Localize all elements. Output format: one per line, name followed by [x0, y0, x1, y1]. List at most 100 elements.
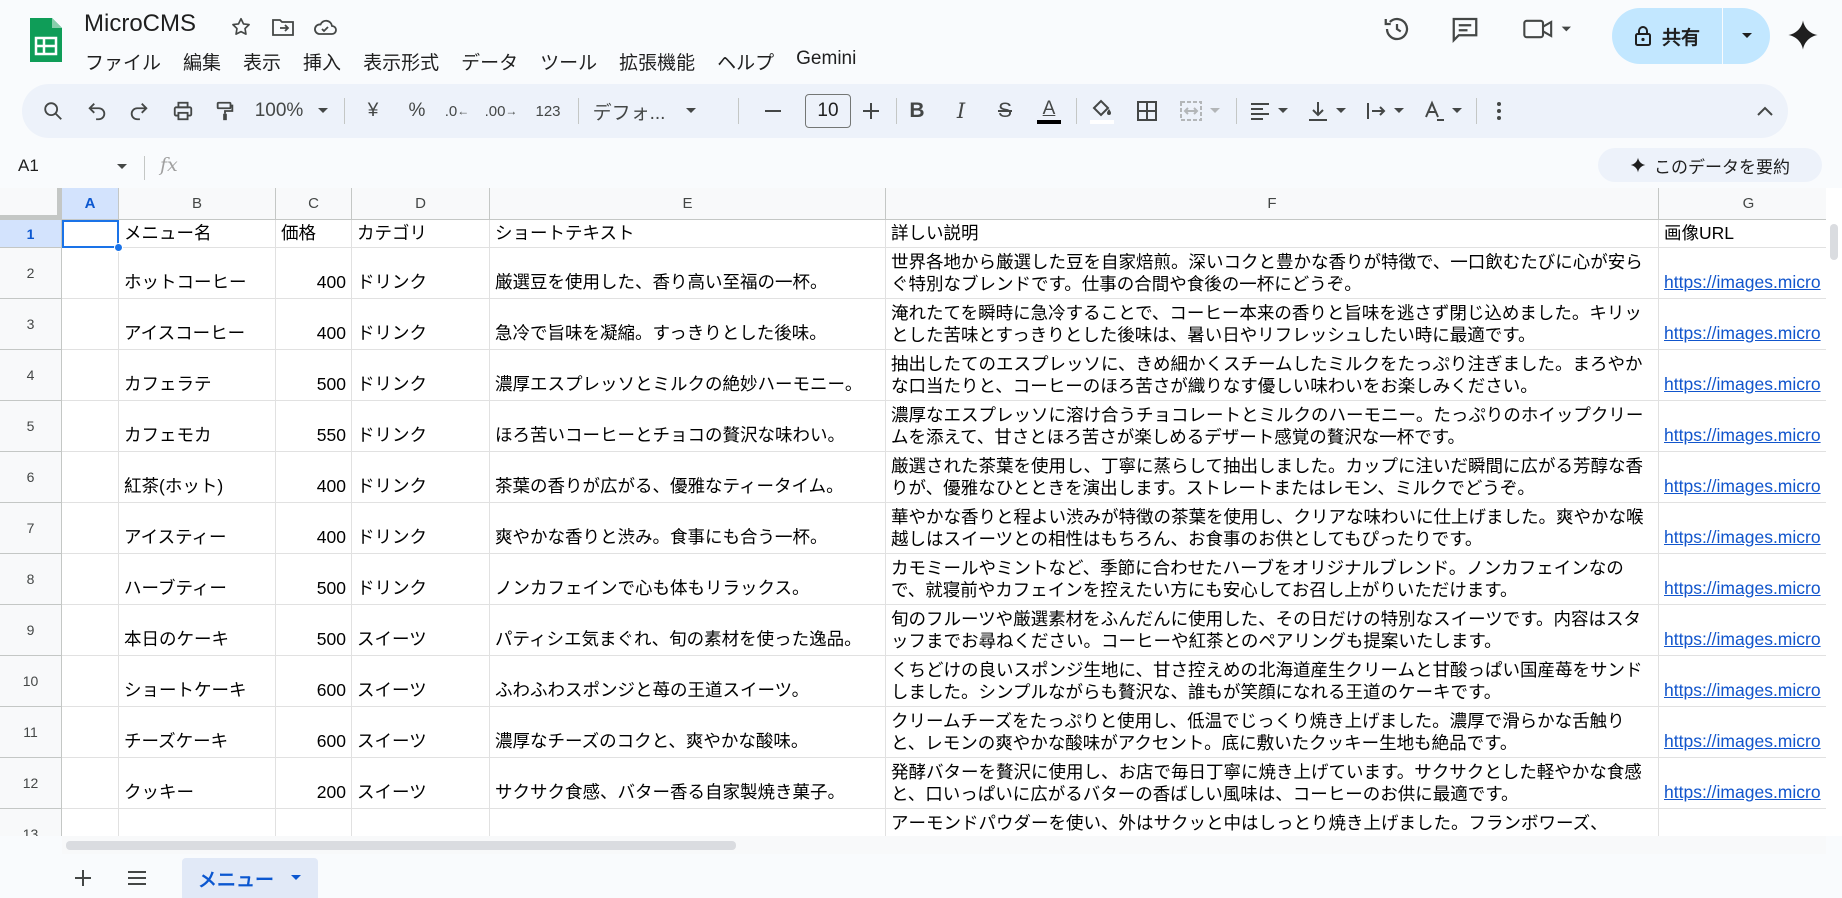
cell-short-text[interactable]: パティシエ気まぐれ、旬の素材を使った逸品。	[490, 605, 886, 656]
cell-detail-text[interactable]: 世界各地から厳選した豆を自家焙煎。深いコクと豊かな香りが特徴で、一口飲むたびに心…	[886, 248, 1659, 299]
zoom-select[interactable]: 100%	[250, 84, 334, 138]
all-sheets-icon[interactable]	[120, 862, 154, 894]
cell-image-url[interactable]: https://images.micro	[1659, 554, 1826, 605]
cell-short-text[interactable]: 濃厚エスプレッソとミルクの絶妙ハーモニー。	[490, 350, 886, 401]
cell-image-url[interactable]: https://images.micro	[1659, 503, 1826, 554]
row-header[interactable]: 12	[0, 758, 62, 809]
decrease-decimal-button[interactable]: .0 ←	[440, 84, 474, 138]
cell-short-text[interactable]: ふわふわスポンジと苺の王道スイーツ。	[490, 656, 886, 707]
text-wrap-icon[interactable]	[1360, 84, 1410, 138]
cell-col-a[interactable]	[62, 299, 119, 350]
header-cell-category[interactable]: カテゴリ	[352, 220, 490, 248]
row-header[interactable]: 4	[0, 350, 62, 401]
sheet-tab-menu[interactable]: メニュー	[182, 858, 318, 898]
italic-button[interactable]: I	[944, 84, 978, 138]
cell-short-text[interactable]: 厳選豆を使用した、香り高い至福の一杯。	[490, 248, 886, 299]
cell-short-text[interactable]: 濃厚なチーズのコクと、爽やかな酸味。	[490, 707, 886, 758]
cell-short-text[interactable]: 茶葉の香りが広がる、優雅なティータイム。	[490, 452, 886, 503]
vertical-align-icon[interactable]	[1302, 84, 1352, 138]
menu-file[interactable]: ファイル	[74, 46, 172, 77]
meet-video-icon[interactable]	[1520, 12, 1580, 46]
cell-menu-name[interactable]: クッキー	[119, 758, 276, 809]
vertical-scroll-thumb[interactable]	[1830, 224, 1838, 260]
number-format-button[interactable]: 123	[528, 84, 568, 138]
percent-format-button[interactable]: %	[400, 84, 434, 138]
add-sheet-icon[interactable]	[66, 862, 100, 894]
menu-view[interactable]: 表示	[232, 46, 292, 77]
vertical-scrollbar[interactable]	[1826, 188, 1842, 836]
collapse-toolbar-icon[interactable]	[1748, 84, 1782, 138]
cell-menu-name[interactable]: 紅茶(ホット)	[119, 452, 276, 503]
menu-data[interactable]: データ	[450, 46, 529, 77]
share-dropdown-icon[interactable]	[1723, 8, 1770, 64]
horizontal-scrollbar[interactable]	[62, 836, 1826, 854]
cell-detail-text[interactable]: 淹れたてを瞬時に急冷することで、コーヒー本来の香りと旨味を逃さず閉じ込めました。…	[886, 299, 1659, 350]
comments-icon[interactable]	[1448, 12, 1482, 46]
cell-col-a[interactable]	[62, 809, 119, 836]
cell-menu-name[interactable]: ハーブティー	[119, 554, 276, 605]
cell-price[interactable]	[276, 809, 352, 836]
cell-detail-text[interactable]: 濃厚なエスプレッソに溶け合うチョコレートとミルクのハーモニー。たっぷりのホイップ…	[886, 401, 1659, 452]
increase-font-size-icon[interactable]	[856, 84, 886, 138]
menu-tools[interactable]: ツール	[529, 46, 608, 77]
cell-menu-name[interactable]: カフェラテ	[119, 350, 276, 401]
cell-category[interactable]: ドリンク	[352, 503, 490, 554]
share-button[interactable]: 共有	[1612, 8, 1770, 64]
cell-detail-text[interactable]: アーモンドパウダーを使い、外はサクッと中はしっとり焼き上げました。フランボワーズ…	[886, 809, 1659, 836]
cell-category[interactable]: ドリンク	[352, 401, 490, 452]
document-title[interactable]: MicroCMS	[84, 10, 196, 38]
row-header[interactable]: 13	[0, 809, 62, 836]
merge-cells-icon[interactable]	[1172, 84, 1228, 138]
cell-image-url[interactable]: https://images.micro	[1659, 248, 1826, 299]
column-header-e[interactable]: E	[490, 188, 886, 220]
cell-price[interactable]: 600	[276, 707, 352, 758]
cell-detail-text[interactable]: クリームチーズをたっぷりと使用し、低温でじっくり焼き上げました。濃厚で滑らかな舌…	[886, 707, 1659, 758]
cell-col-a[interactable]	[62, 707, 119, 758]
cell-price[interactable]: 400	[276, 299, 352, 350]
currency-format-button[interactable]: ¥	[356, 84, 390, 138]
cell-category[interactable]: スイーツ	[352, 605, 490, 656]
cell-price[interactable]: 200	[276, 758, 352, 809]
menu-format[interactable]: 表示形式	[352, 46, 450, 77]
cell-image-url[interactable]: https://images.micro	[1659, 452, 1826, 503]
header-cell-menu-name[interactable]: メニュー名	[119, 220, 276, 248]
row-header[interactable]: 8	[0, 554, 62, 605]
cell-price[interactable]: 550	[276, 401, 352, 452]
font-size-input[interactable]: 10	[805, 94, 851, 128]
header-cell-price[interactable]: 価格	[276, 220, 352, 248]
cell-image-url[interactable]: https://images.micro	[1659, 656, 1826, 707]
cell-price[interactable]: 600	[276, 656, 352, 707]
cell-short-text[interactable]: 急冷で旨味を凝縮。すっきりとした後味。	[490, 299, 886, 350]
row-header[interactable]: 11	[0, 707, 62, 758]
cell-category[interactable]	[352, 809, 490, 836]
search-menus-icon[interactable]	[36, 84, 70, 138]
column-header-f[interactable]: F	[886, 188, 1659, 220]
cell-image-url[interactable]: https://images.micro	[1659, 299, 1826, 350]
cell-col-a[interactable]	[62, 554, 119, 605]
cell-menu-name[interactable]: ショートケーキ	[119, 656, 276, 707]
sheets-logo-icon[interactable]	[28, 16, 64, 64]
cell-category[interactable]: ドリンク	[352, 299, 490, 350]
cell-detail-text[interactable]: 華やかな香りと程よい渋みが特徴の茶葉を使用し、クリアな味わいに仕上げました。爽や…	[886, 503, 1659, 554]
cell-short-text[interactable]	[490, 809, 886, 836]
cell-price[interactable]: 500	[276, 350, 352, 401]
cell-image-url[interactable]: https://images.micro	[1659, 401, 1826, 452]
cell-detail-text[interactable]: 旬のフルーツや厳選素材をふんだんに使用した、その日だけの特別なスイーツです。内容…	[886, 605, 1659, 656]
cell-col-a[interactable]	[62, 758, 119, 809]
chevron-down-icon[interactable]	[290, 874, 302, 882]
cell-detail-text[interactable]: カモミールやミントなど、季節に合わせたハーブをオリジナルブレンド。ノンカフェイン…	[886, 554, 1659, 605]
cell-menu-name[interactable]: アイスティー	[119, 503, 276, 554]
column-header-b[interactable]: B	[119, 188, 276, 220]
print-icon[interactable]	[166, 84, 200, 138]
cell-price[interactable]: 400	[276, 452, 352, 503]
row-header[interactable]: 10	[0, 656, 62, 707]
menu-extensions[interactable]: 拡張機能	[608, 46, 706, 77]
cell-detail-text[interactable]: 発酵バターを贅沢に使用し、お店で毎日丁寧に焼き上げています。サクサクとした軽やか…	[886, 758, 1659, 809]
header-cell-detail-text[interactable]: 詳しい説明	[886, 220, 1659, 248]
cell-short-text[interactable]: ほろ苦いコーヒーとチョコの贅沢な味わい。	[490, 401, 886, 452]
name-box[interactable]: A1	[18, 156, 39, 176]
more-options-icon[interactable]	[1482, 84, 1516, 138]
cloud-saved-icon[interactable]	[310, 14, 340, 40]
cell-category[interactable]: スイーツ	[352, 656, 490, 707]
menu-gemini[interactable]: Gemini	[785, 46, 867, 77]
